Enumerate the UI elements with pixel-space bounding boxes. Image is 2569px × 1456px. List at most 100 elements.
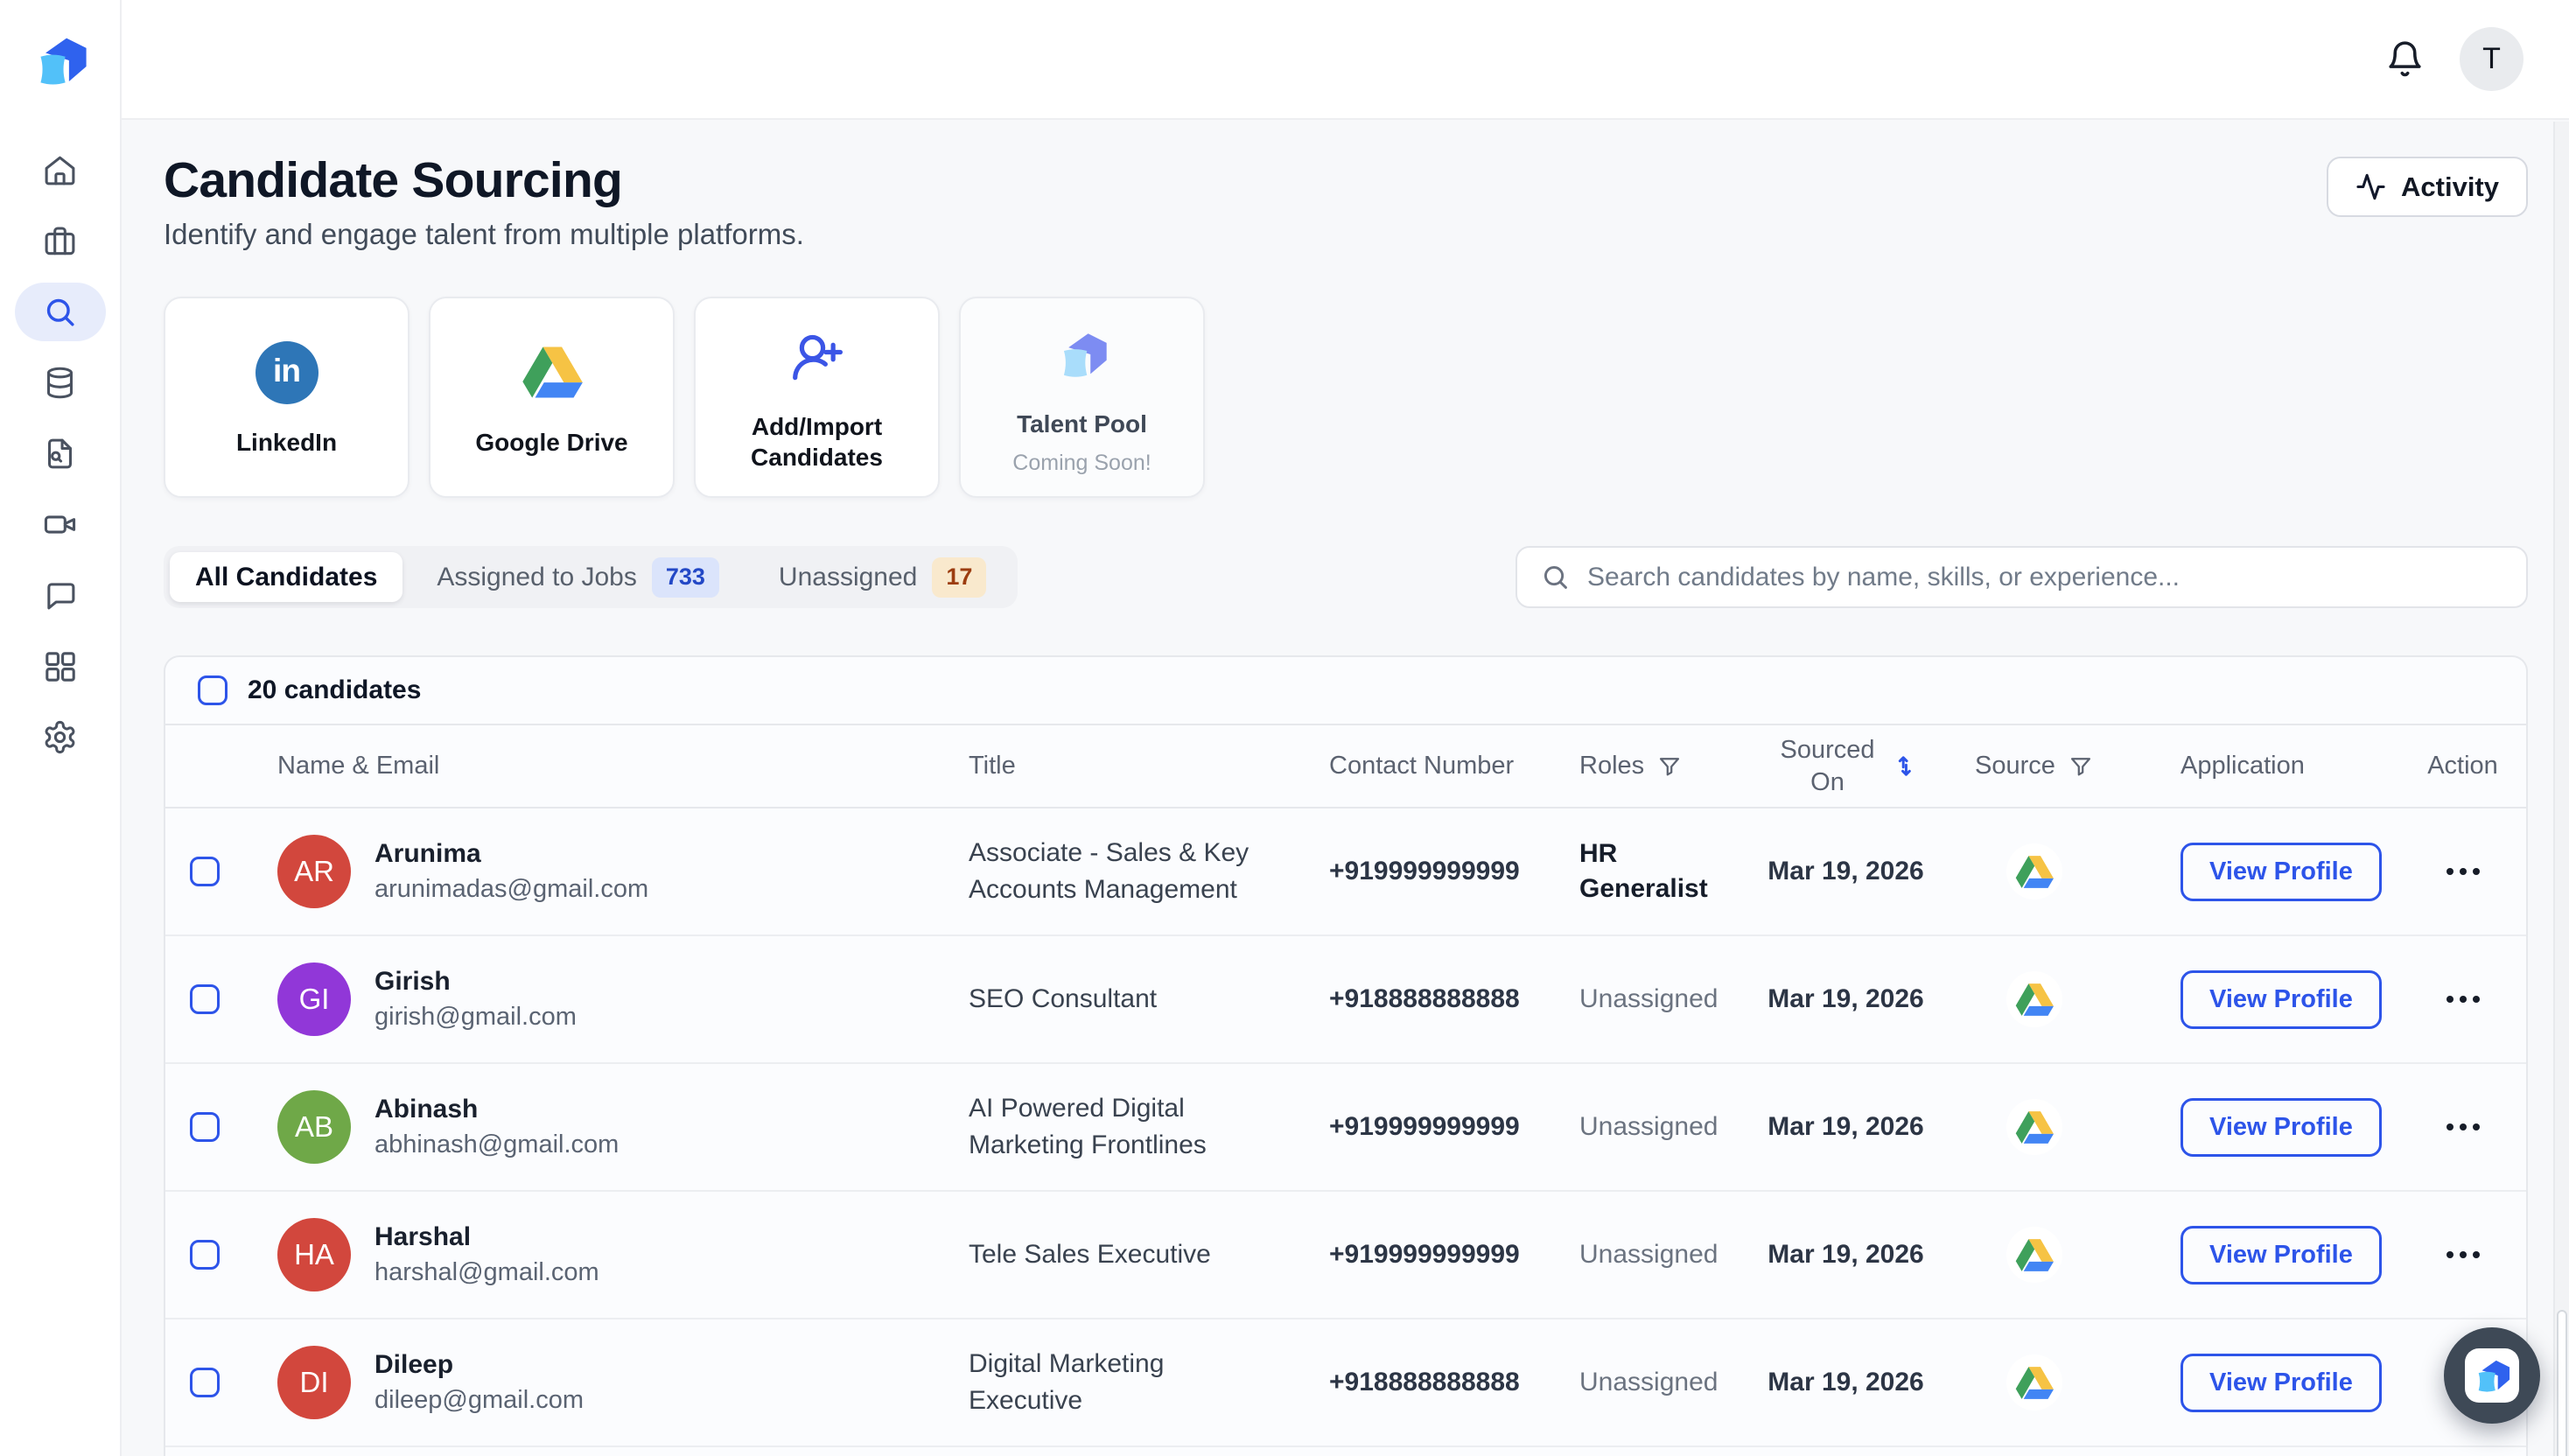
home-icon [42,152,78,188]
sidebar-item-interviews[interactable] [15,495,106,554]
file-search-icon [42,436,78,472]
apps-grid-icon [42,648,78,684]
candidate-email: dileep@gmail.com [374,1386,584,1415]
sidebar-item-apps[interactable] [15,637,106,696]
candidate-avatar: DI [277,1346,351,1419]
column-source-label: Source [1975,752,2055,780]
candidate-title: Digital Marketing Executive [947,1346,1297,1419]
candidate-title: Tele Sales Executive [947,1236,1297,1273]
row-checkbox[interactable] [190,1240,220,1270]
candidates-table: 20 candidates Name & Email Title Contact… [164,655,2528,1456]
assigned-count-badge: 733 [652,557,719,598]
view-profile-button[interactable]: View Profile [2180,1098,2382,1157]
source-cards: in LinkedIn Google Drive Add/Import Cand… [164,297,2528,498]
candidate-phone: +919999999999 [1297,1240,1546,1270]
brand-logo[interactable] [0,0,120,120]
card-talent-pool[interactable]: Talent Pool Coming Soon! [959,297,1205,498]
roles-filter-icon[interactable] [1657,754,1682,779]
row-checkbox[interactable] [190,984,220,1014]
tab-unassigned[interactable]: Unassigned 17 [753,552,1012,602]
search-box [1516,546,2528,608]
talent-pool-cube-icon [1054,329,1110,380]
sourced-on-date: Mar 19, 2026 [1752,1240,1940,1270]
card-linkedin-label: LinkedIn [236,427,337,458]
candidate-role: HR Generalist [1546,836,1752,907]
table-row: AB Abinash abhinash@gmail.com AI Powered… [165,1064,2526,1192]
search-icon [1540,562,1571,592]
sourced-on-sort-icon[interactable] [1891,752,1918,780]
sidebar-item-messages[interactable] [15,566,106,625]
sourced-on-date: Mar 19, 2026 [1752,1368,1940,1397]
tab-assigned-label: Assigned to Jobs [437,563,636,592]
candidate-phone: +919999999999 [1297,1112,1546,1142]
tab-all-candidates[interactable]: All Candidates [170,552,402,602]
column-name-email: Name & Email [244,752,947,780]
row-menu-button[interactable] [2436,985,2490,1013]
sidebar-item-settings[interactable] [15,708,106,766]
tab-unassigned-label: Unassigned [779,563,917,592]
column-roles-label: Roles [1579,752,1644,780]
activity-pulse-icon [2356,172,2386,202]
view-profile-button[interactable]: View Profile [2180,843,2382,901]
candidate-email: arunimadas@gmail.com [374,875,648,904]
search-input[interactable] [1587,563,2503,592]
assistant-fab[interactable] [2444,1327,2540,1424]
row-menu-button[interactable] [2436,1113,2490,1141]
google-drive-icon [2006,971,2062,1027]
card-talent-pool-sub: Coming Soon! [1012,451,1151,476]
main-content: Candidate Sourcing Identify and engage t… [122,120,2569,1456]
chat-icon [42,578,78,613]
table-row: AR Arunima arunimadas@gmail.com Associat… [165,808,2526,936]
row-menu-button[interactable] [2436,1241,2490,1269]
candidate-phone: +918888888888 [1297,1368,1546,1397]
sidebar-item-jobs[interactable] [15,212,106,270]
column-roles: Roles [1546,752,1752,780]
column-sourced-on-label: Sourced On [1774,734,1881,798]
google-drive-icon [522,346,583,399]
candidate-name: Arunima [374,839,648,869]
view-profile-button[interactable]: View Profile [2180,1354,2382,1412]
card-linkedin[interactable]: in LinkedIn [164,297,410,498]
brand-cube-icon [31,33,90,88]
view-profile-button[interactable]: View Profile [2180,1226,2382,1284]
row-checkbox[interactable] [190,1368,220,1397]
activity-button[interactable]: Activity [2327,157,2528,217]
candidate-role: Unassigned [1546,1237,1752,1273]
view-profile-button[interactable]: View Profile [2180,970,2382,1029]
card-add-import-candidates[interactable]: Add/Import Candidates [694,297,940,498]
page-scrollbar-thumb[interactable] [2557,1310,2567,1456]
search-icon [42,294,78,330]
page-title: Candidate Sourcing [164,151,804,209]
candidate-name: Girish [374,967,577,997]
tab-assigned-to-jobs[interactable]: Assigned to Jobs 733 [411,552,745,602]
sidebar-item-home[interactable] [15,141,106,200]
sidebar [0,0,122,1456]
column-contact-number: Contact Number [1297,752,1546,780]
table-row: HA Harshal harshal@gmail.com Tele Sales … [165,1192,2526,1320]
user-avatar[interactable]: T [2460,27,2524,91]
candidate-role: Unassigned [1546,1110,1752,1145]
card-google-drive[interactable]: Google Drive [429,297,675,498]
sidebar-item-candidate-sourcing[interactable] [15,283,106,341]
candidate-name: Abinash [374,1095,619,1124]
candidate-tabs: All Candidates Assigned to Jobs 733 Unas… [164,546,1018,608]
candidate-email: harshal@gmail.com [374,1258,599,1287]
select-all-checkbox[interactable] [198,676,228,705]
brand-cube-icon [2472,1357,2512,1394]
google-drive-icon [2006,1354,2062,1410]
candidate-email: abhinash@gmail.com [374,1130,619,1159]
sidebar-item-resume-search[interactable] [15,424,106,483]
candidate-title: SEO Consultant [947,981,1297,1018]
candidate-phone: +918888888888 [1297,984,1546,1014]
page-scrollbar-track [2553,122,2569,1456]
sidebar-item-database[interactable] [15,354,106,412]
row-menu-button[interactable] [2436,858,2490,886]
candidate-avatar: AB [277,1090,351,1164]
table-row: DI Dileep dileep@gmail.com Digital Marke… [165,1320,2526,1447]
bell-icon [2385,39,2425,79]
source-filter-icon[interactable] [2068,754,2093,779]
row-checkbox[interactable] [190,857,220,886]
row-checkbox[interactable] [190,1112,220,1142]
topbar: T [122,0,2569,120]
notifications-button[interactable] [2385,39,2425,79]
